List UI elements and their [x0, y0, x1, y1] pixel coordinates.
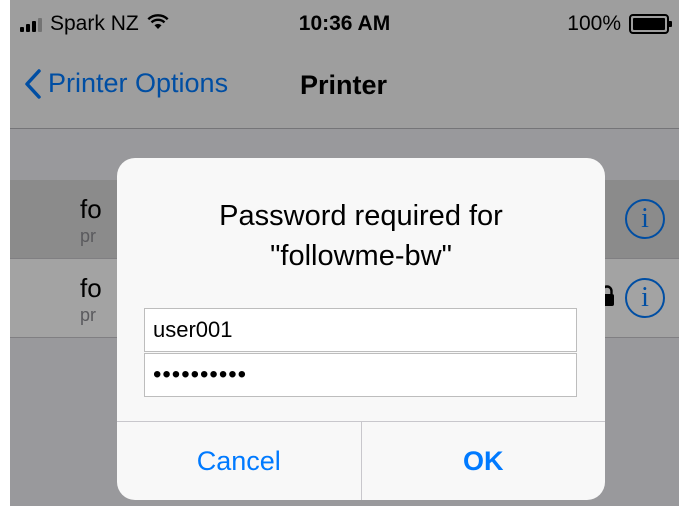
alert-title-line2: "followme-bw" [270, 240, 452, 272]
password-field[interactable]: •••••••••• [144, 353, 577, 397]
alert-button-row: Cancel OK [117, 421, 605, 500]
ok-button[interactable]: OK [362, 422, 606, 500]
password-alert-dialog: Password required for "followme-bw" user… [117, 158, 605, 500]
username-field[interactable]: user001 [144, 308, 577, 352]
alert-title: Password required for "followme-bw" [137, 196, 585, 276]
ios-screen: Spark NZ 10:36 AM 100% Printer Options P… [10, 0, 679, 506]
alert-title-line1: Password required for [219, 200, 503, 232]
cancel-button[interactable]: Cancel [117, 422, 362, 500]
